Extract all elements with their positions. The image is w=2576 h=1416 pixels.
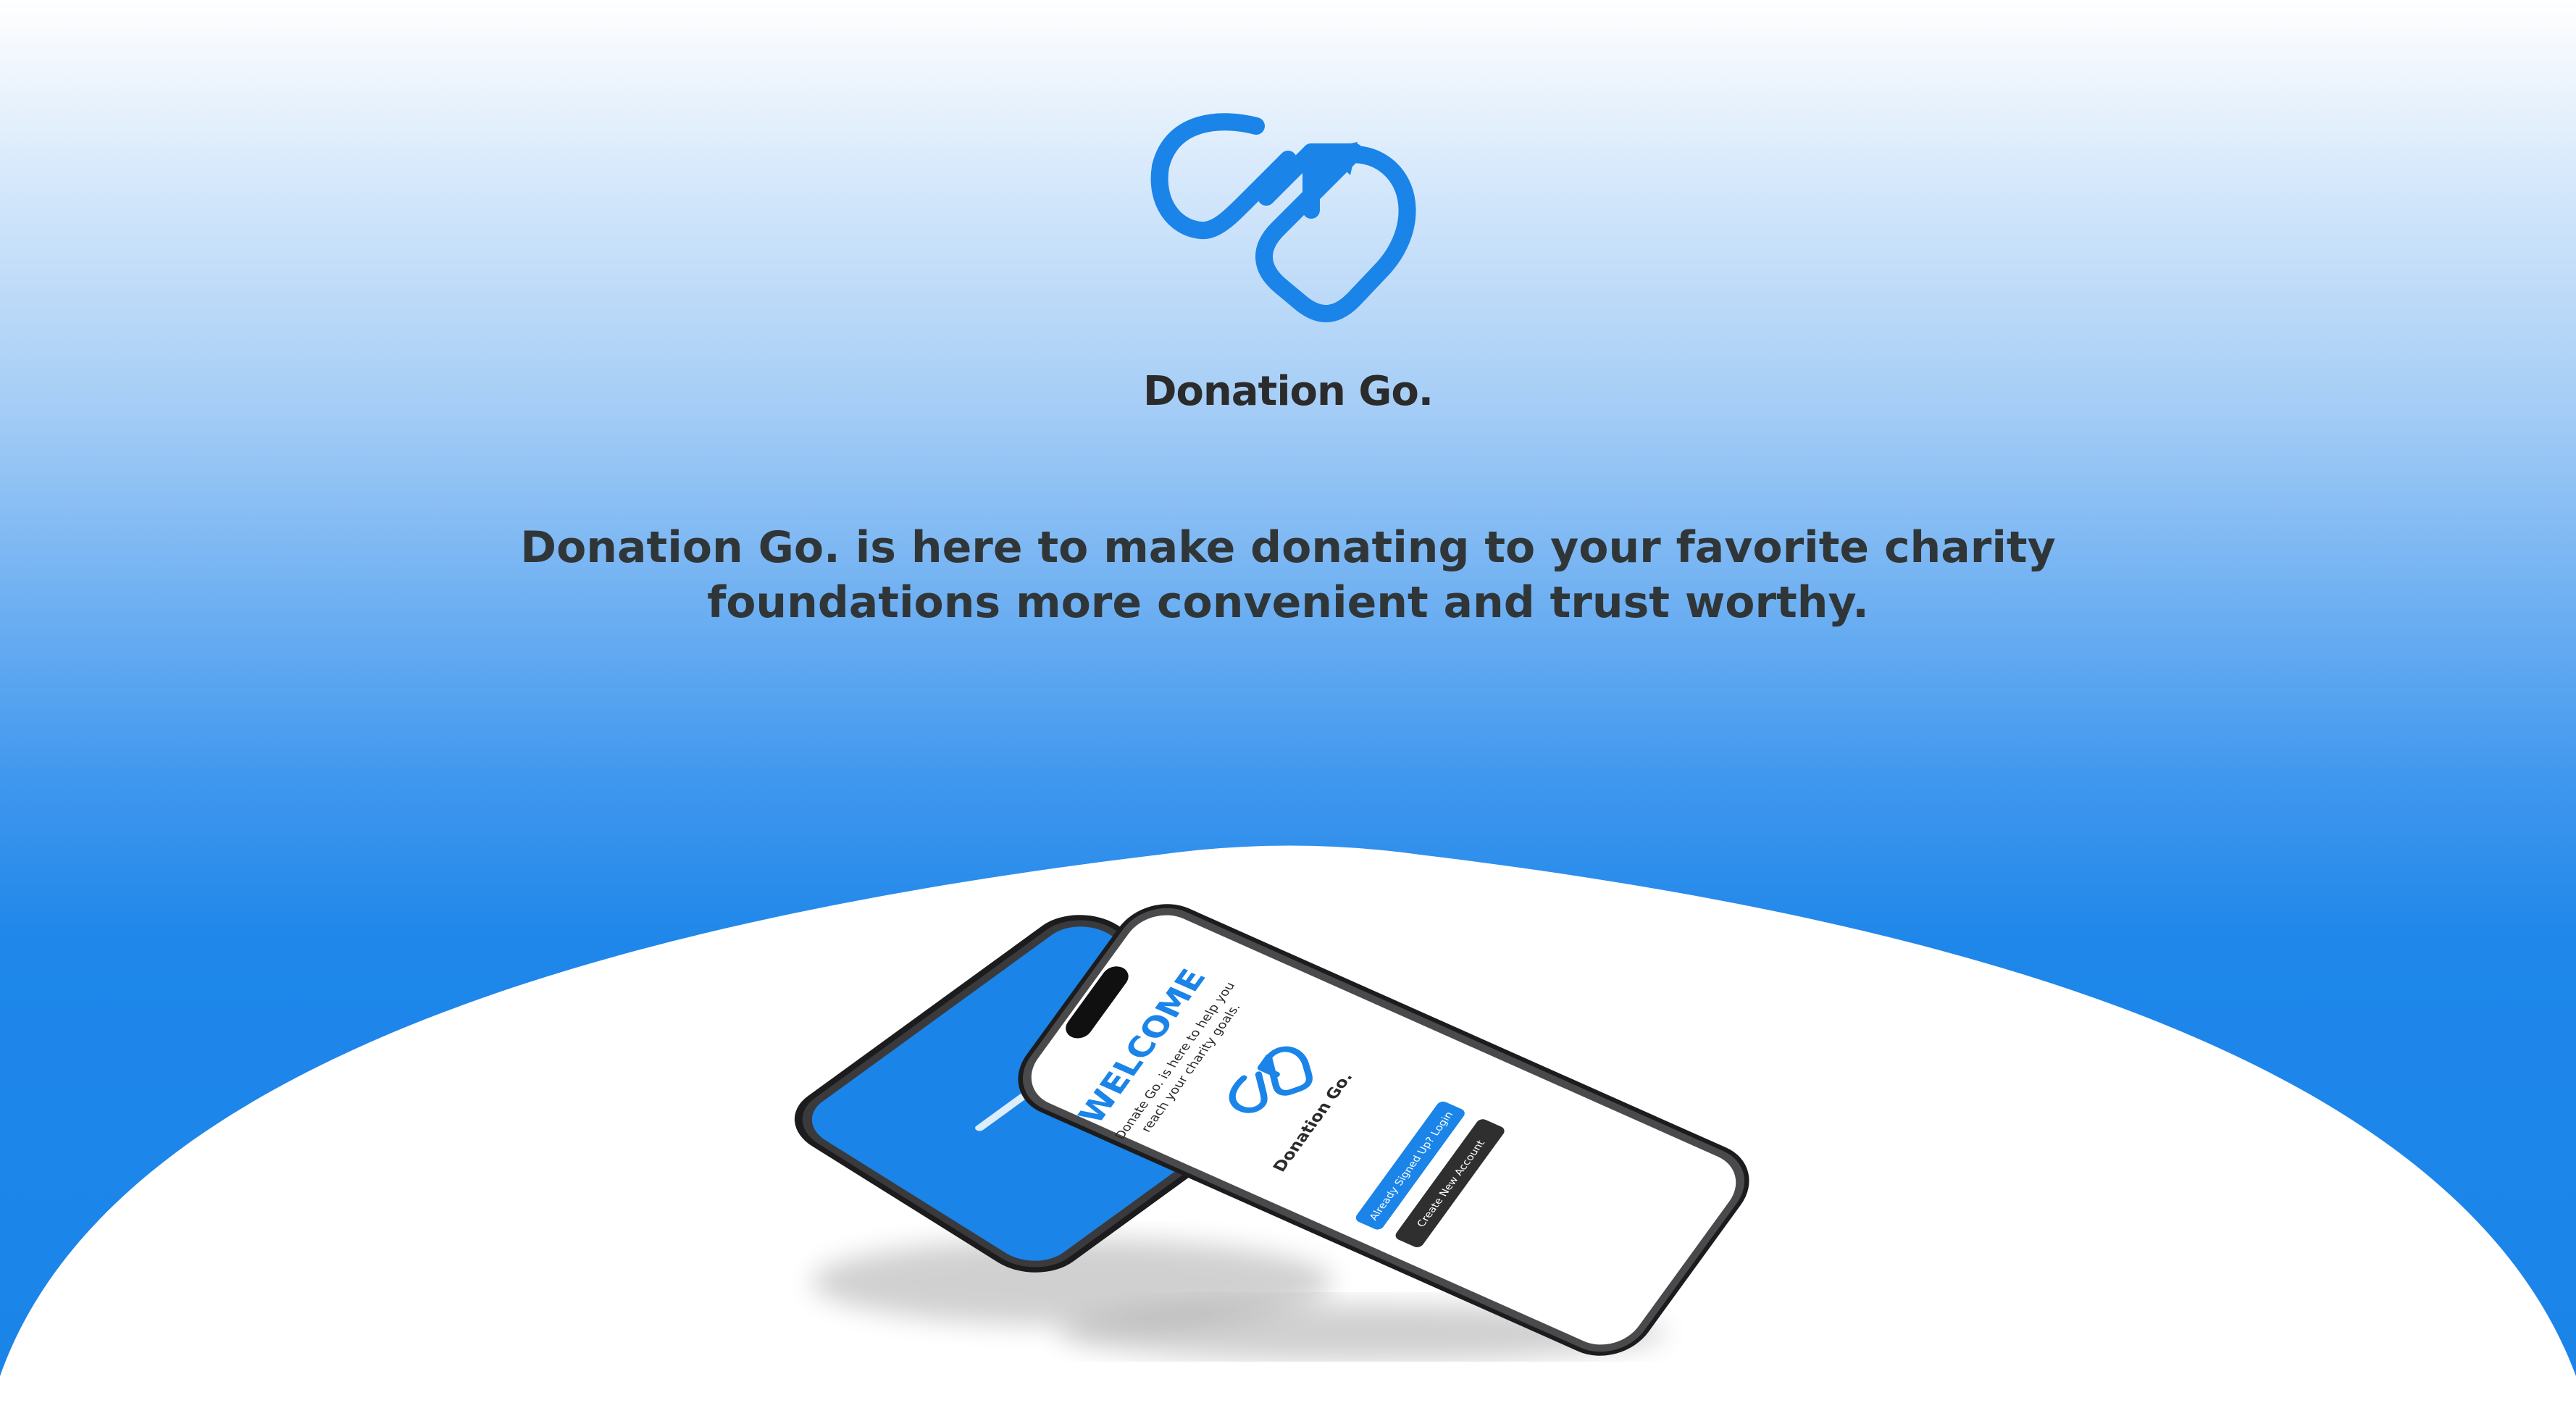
heart-arrow-logo-icon <box>1150 113 1416 322</box>
phone-mockups: WELCOME Donate Go. is here to help you r… <box>794 904 1749 1362</box>
tagline-line-1: Donation Go. is here to make donating to… <box>520 522 2056 573</box>
brand-name: Donation Go. <box>1142 368 1434 415</box>
brand-logo <box>1143 109 1433 362</box>
tagline-line-2: foundations more convenient and trust wo… <box>707 577 1869 628</box>
tagline: Donation Go. is here to make donating to… <box>455 520 2121 630</box>
